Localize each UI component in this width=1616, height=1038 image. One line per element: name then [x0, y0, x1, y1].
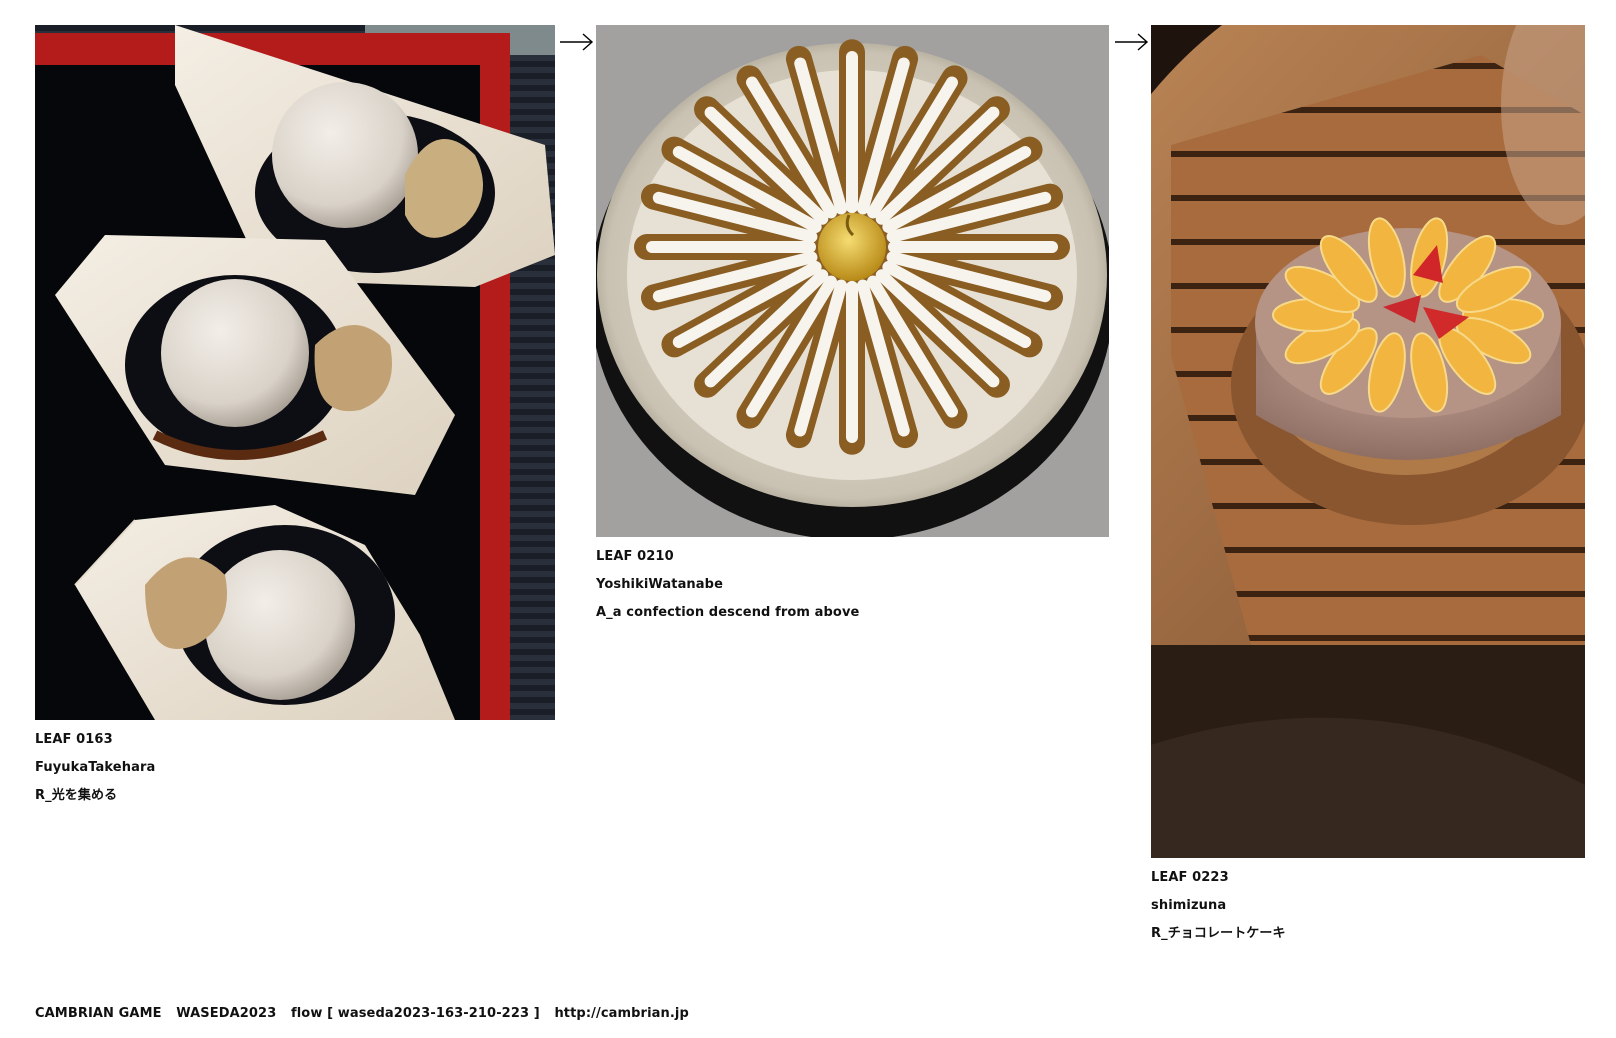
- flow-arrow-icon: [560, 30, 594, 54]
- footer-event-name: WASEDA2023: [176, 1006, 277, 1021]
- page-footer: CAMBRIAN GAME WASEDA2023 flow [ waseda20…: [35, 1006, 689, 1021]
- leaf-author[interactable]: shimizuna: [1151, 892, 1585, 920]
- footer-game-name: CAMBRIAN GAME: [35, 1006, 162, 1021]
- mochi-dessert-image: [35, 25, 555, 720]
- leaf-author[interactable]: YoshikiWatanabe: [596, 571, 1109, 599]
- leaf-photo-cake[interactable]: [1151, 25, 1585, 858]
- leaf-title: R_光を集める: [35, 788, 118, 803]
- leaf-card-0163: LEAF 0163 FuyukaTakehara R_光を集める: [35, 25, 555, 810]
- pastry-image: [596, 25, 1109, 537]
- leaf-id[interactable]: LEAF 0223: [1151, 864, 1585, 892]
- flow-arrow-icon: [1115, 30, 1149, 54]
- leaf-title: R_チョコレートケーキ: [1151, 926, 1286, 941]
- leaf-id[interactable]: LEAF 0210: [596, 543, 1109, 571]
- leaf-title: A_a confection descend from above: [596, 605, 860, 620]
- leaf-author[interactable]: FuyukaTakehara: [35, 754, 555, 782]
- leaf-id[interactable]: LEAF 0163: [35, 726, 555, 754]
- footer-flow-label: flow [ waseda2023-163-210-223 ]: [290, 1006, 540, 1021]
- footer-site-link[interactable]: http://cambrian.jp: [554, 1006, 688, 1021]
- leaf-card-0210: LEAF 0210 YoshikiWatanabe A_a confection…: [596, 25, 1109, 627]
- leaf-photo-mochi[interactable]: [35, 25, 555, 720]
- leaf-photo-pastry[interactable]: [596, 25, 1109, 537]
- cake-image: [1151, 25, 1585, 858]
- leaf-card-0223: LEAF 0223 shimizuna R_チョコレートケーキ: [1151, 25, 1585, 948]
